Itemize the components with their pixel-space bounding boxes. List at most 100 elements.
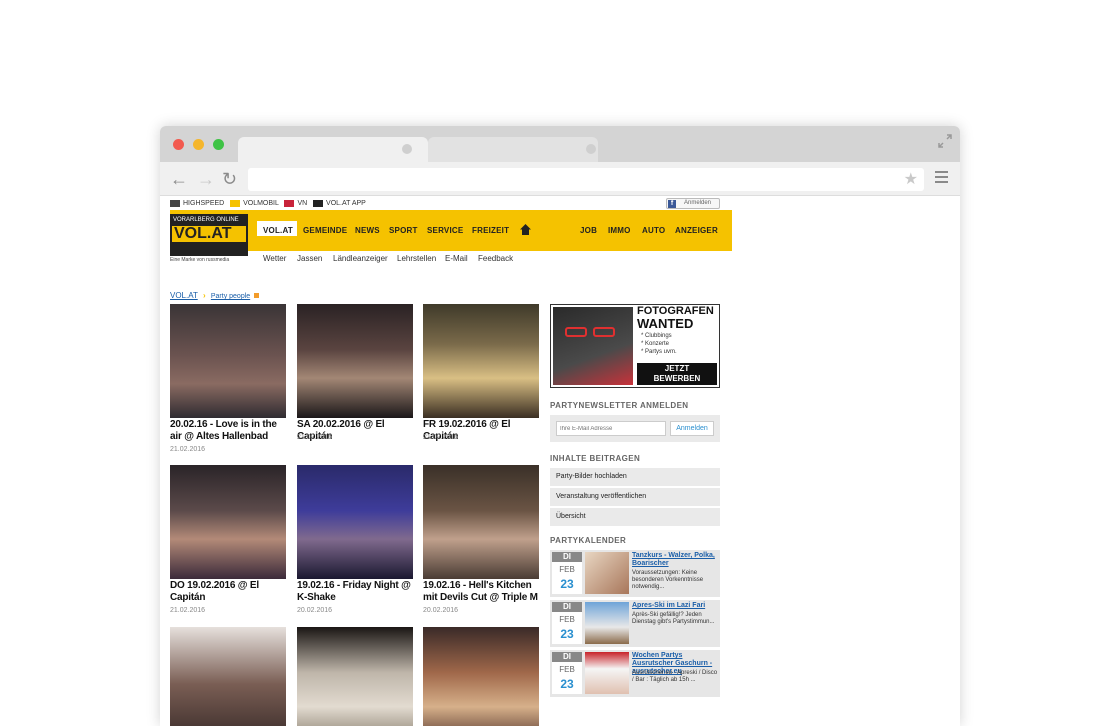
calendar-event[interactable]: DI FEB 23 Apres-Ski im Lazi Fari Après-S…: [550, 600, 720, 647]
browser-menu-icon[interactable]: [935, 171, 948, 186]
event-daynum: 23: [560, 577, 574, 591]
logo[interactable]: VORARLBERG ONLINE VOL.AT: [170, 214, 248, 256]
event-day: DI: [552, 652, 582, 662]
subnav-laendleanzeiger[interactable]: Ländleanzeiger: [333, 254, 388, 263]
event-daynum: 23: [560, 677, 574, 691]
contribute-overview-link[interactable]: Übersicht: [550, 508, 720, 526]
newsletter-submit-button[interactable]: Anmelden: [670, 421, 714, 436]
top-link-volat-app[interactable]: VOL.AT APP: [313, 200, 366, 207]
breadcrumb-home[interactable]: VOL.AT: [170, 291, 198, 300]
gallery-photo[interactable]: [423, 465, 539, 579]
maximize-window-icon[interactable]: [213, 139, 224, 150]
volat-app-icon: [313, 200, 324, 207]
gallery-title[interactable]: 19.02.16 - Friday Night @ K-Shake: [297, 580, 417, 604]
top-link-vn[interactable]: VN: [284, 200, 307, 207]
home-icon[interactable]: [520, 224, 531, 235]
highspeed-icon: [170, 200, 180, 207]
newsletter-heading: PARTYNEWSLETTER ANMELDEN: [550, 401, 689, 410]
gallery-photo[interactable]: [423, 627, 539, 726]
event-month: FEB: [559, 565, 575, 574]
forward-icon[interactable]: →: [197, 169, 215, 190]
bookmark-star-icon[interactable]: ★: [904, 169, 918, 189]
event-desc: Ausrutscher.eu - Apreski / Disco / Bar :…: [632, 670, 718, 683]
event-daynum: 23: [560, 627, 574, 641]
web-page: HIGHSPEED VOLMOBIL VN VOL.AT APP f Anmel…: [160, 196, 960, 726]
gallery-title[interactable]: 19.02.16 - Hell's Kitchen mit Devils Cut…: [423, 580, 543, 604]
top-links: HIGHSPEED VOLMOBIL VN VOL.AT APP: [170, 200, 366, 207]
logo-top-text: VORARLBERG ONLINE: [173, 217, 239, 223]
ad-bullet: * Partys uvm.: [641, 349, 677, 355]
breadcrumb-current[interactable]: Party people: [211, 293, 250, 300]
back-icon[interactable]: ←: [170, 169, 188, 190]
gallery-photo[interactable]: [170, 627, 286, 726]
gallery-photo[interactable]: [170, 304, 286, 418]
gallery-photo[interactable]: [423, 304, 539, 418]
ad-banner[interactable]: FOTOGRAFEN WANTED * Clubbings * Konzerte…: [550, 304, 720, 388]
calendar-event[interactable]: DI FEB 23 Wochen Partys Ausrutscher Gasc…: [550, 650, 720, 697]
newsletter-email-input[interactable]: [556, 421, 666, 436]
gallery-title[interactable]: 20.02.16 - Love is in the air @ Altes Ha…: [170, 419, 290, 443]
volmobil-icon: [230, 200, 241, 207]
gallery-date: 21.02.2016: [423, 434, 459, 441]
gallery-photo[interactable]: [297, 627, 413, 726]
subnav-jassen[interactable]: Jassen: [297, 254, 322, 263]
nav-item-freizeit[interactable]: FREIZEIT: [472, 226, 509, 235]
browser-toolbar: ← → ↻ ★: [160, 162, 960, 196]
nav-item-anzeiger[interactable]: ANZEIGER: [675, 226, 718, 235]
ad-cta-button[interactable]: JETZT BEWERBEN: [637, 363, 717, 385]
event-date-box: FEB 23: [552, 612, 582, 644]
subnav-email[interactable]: E-Mail: [445, 254, 468, 263]
event-title[interactable]: Apres-Ski im Lazi Fari: [632, 602, 718, 610]
address-bar[interactable]: ★: [248, 168, 924, 191]
browser-tab-active[interactable]: [238, 137, 428, 162]
event-date-box: FEB 23: [552, 662, 582, 694]
tab-close-icon[interactable]: [402, 144, 412, 154]
browser-tab[interactable]: [428, 137, 598, 162]
close-window-icon[interactable]: [173, 139, 184, 150]
calendar-event[interactable]: DI FEB 23 Tanzkurs - Walzer, Polka, Boar…: [550, 550, 720, 597]
nav-item-volat[interactable]: VOL.AT: [263, 226, 293, 235]
event-date-box: FEB 23: [552, 562, 582, 594]
nav-item-news[interactable]: NEWS: [355, 226, 380, 235]
event-title[interactable]: Tanzkurs - Walzer, Polka, Boarischer: [632, 552, 718, 568]
minimize-window-icon[interactable]: [193, 139, 204, 150]
rss-icon[interactable]: [254, 293, 260, 298]
ad-cta-line1: JETZT: [664, 364, 690, 373]
gallery-photo[interactable]: [297, 304, 413, 418]
ad-bullet: * Konzerte: [641, 341, 670, 347]
fullscreen-icon[interactable]: [938, 134, 952, 148]
vn-icon: [284, 200, 295, 207]
event-desc: Après-Ski gefällig!? Jeden Dienstag gibt…: [632, 612, 715, 625]
subnav-wetter[interactable]: Wetter: [263, 254, 286, 263]
contribute-upload-link[interactable]: Party-Bilder hochladen: [550, 468, 720, 486]
gallery-photo[interactable]: [170, 465, 286, 579]
sunglasses-icon: [565, 327, 587, 337]
event-month: FEB: [559, 615, 575, 624]
nav-item-gemeinde[interactable]: GEMEINDE: [303, 226, 347, 235]
gallery-date: 20.02.2016: [297, 607, 333, 614]
ad-image: [553, 307, 633, 385]
nav-item-job[interactable]: JOB: [580, 226, 597, 235]
gallery-title[interactable]: DO 19.02.2016 @ El Capitán: [170, 580, 290, 604]
tab-close-icon[interactable]: [586, 144, 596, 154]
contribute-event-link[interactable]: Veranstaltung veröffentlichen: [550, 488, 720, 506]
subnav-lehrstellen[interactable]: Lehrstellen: [397, 254, 436, 263]
gallery-photo[interactable]: [297, 465, 413, 579]
facebook-login-button[interactable]: f Anmelden: [666, 198, 720, 209]
event-desc: Voraussetzungen: Keine besonderen Vorken…: [632, 570, 704, 590]
browser-window: ← → ↻ ★ HIGHSPEED VOLMOBIL VN VOL.AT APP…: [160, 126, 960, 726]
nav-item-immo[interactable]: IMMO: [608, 226, 631, 235]
event-image: [585, 602, 629, 644]
breadcrumb-chevron-icon: ›: [202, 291, 206, 300]
ad-headline-2: WANTED: [637, 316, 694, 331]
nav-item-auto[interactable]: AUTO: [642, 226, 665, 235]
top-link-highspeed[interactable]: HIGHSPEED: [170, 200, 224, 207]
nav-item-service[interactable]: SERVICE: [427, 226, 463, 235]
logo-main-text: VOL.AT: [172, 226, 246, 242]
reload-icon[interactable]: ↻: [222, 169, 237, 190]
top-link-volmobil[interactable]: VOLMOBIL: [230, 200, 279, 207]
ad-bullet: * Clubbings: [641, 333, 672, 339]
logo-tagline: Eine Marke von russmedia: [170, 257, 230, 263]
subnav-feedback[interactable]: Feedback: [478, 254, 513, 263]
nav-item-sport[interactable]: SPORT: [389, 226, 418, 235]
